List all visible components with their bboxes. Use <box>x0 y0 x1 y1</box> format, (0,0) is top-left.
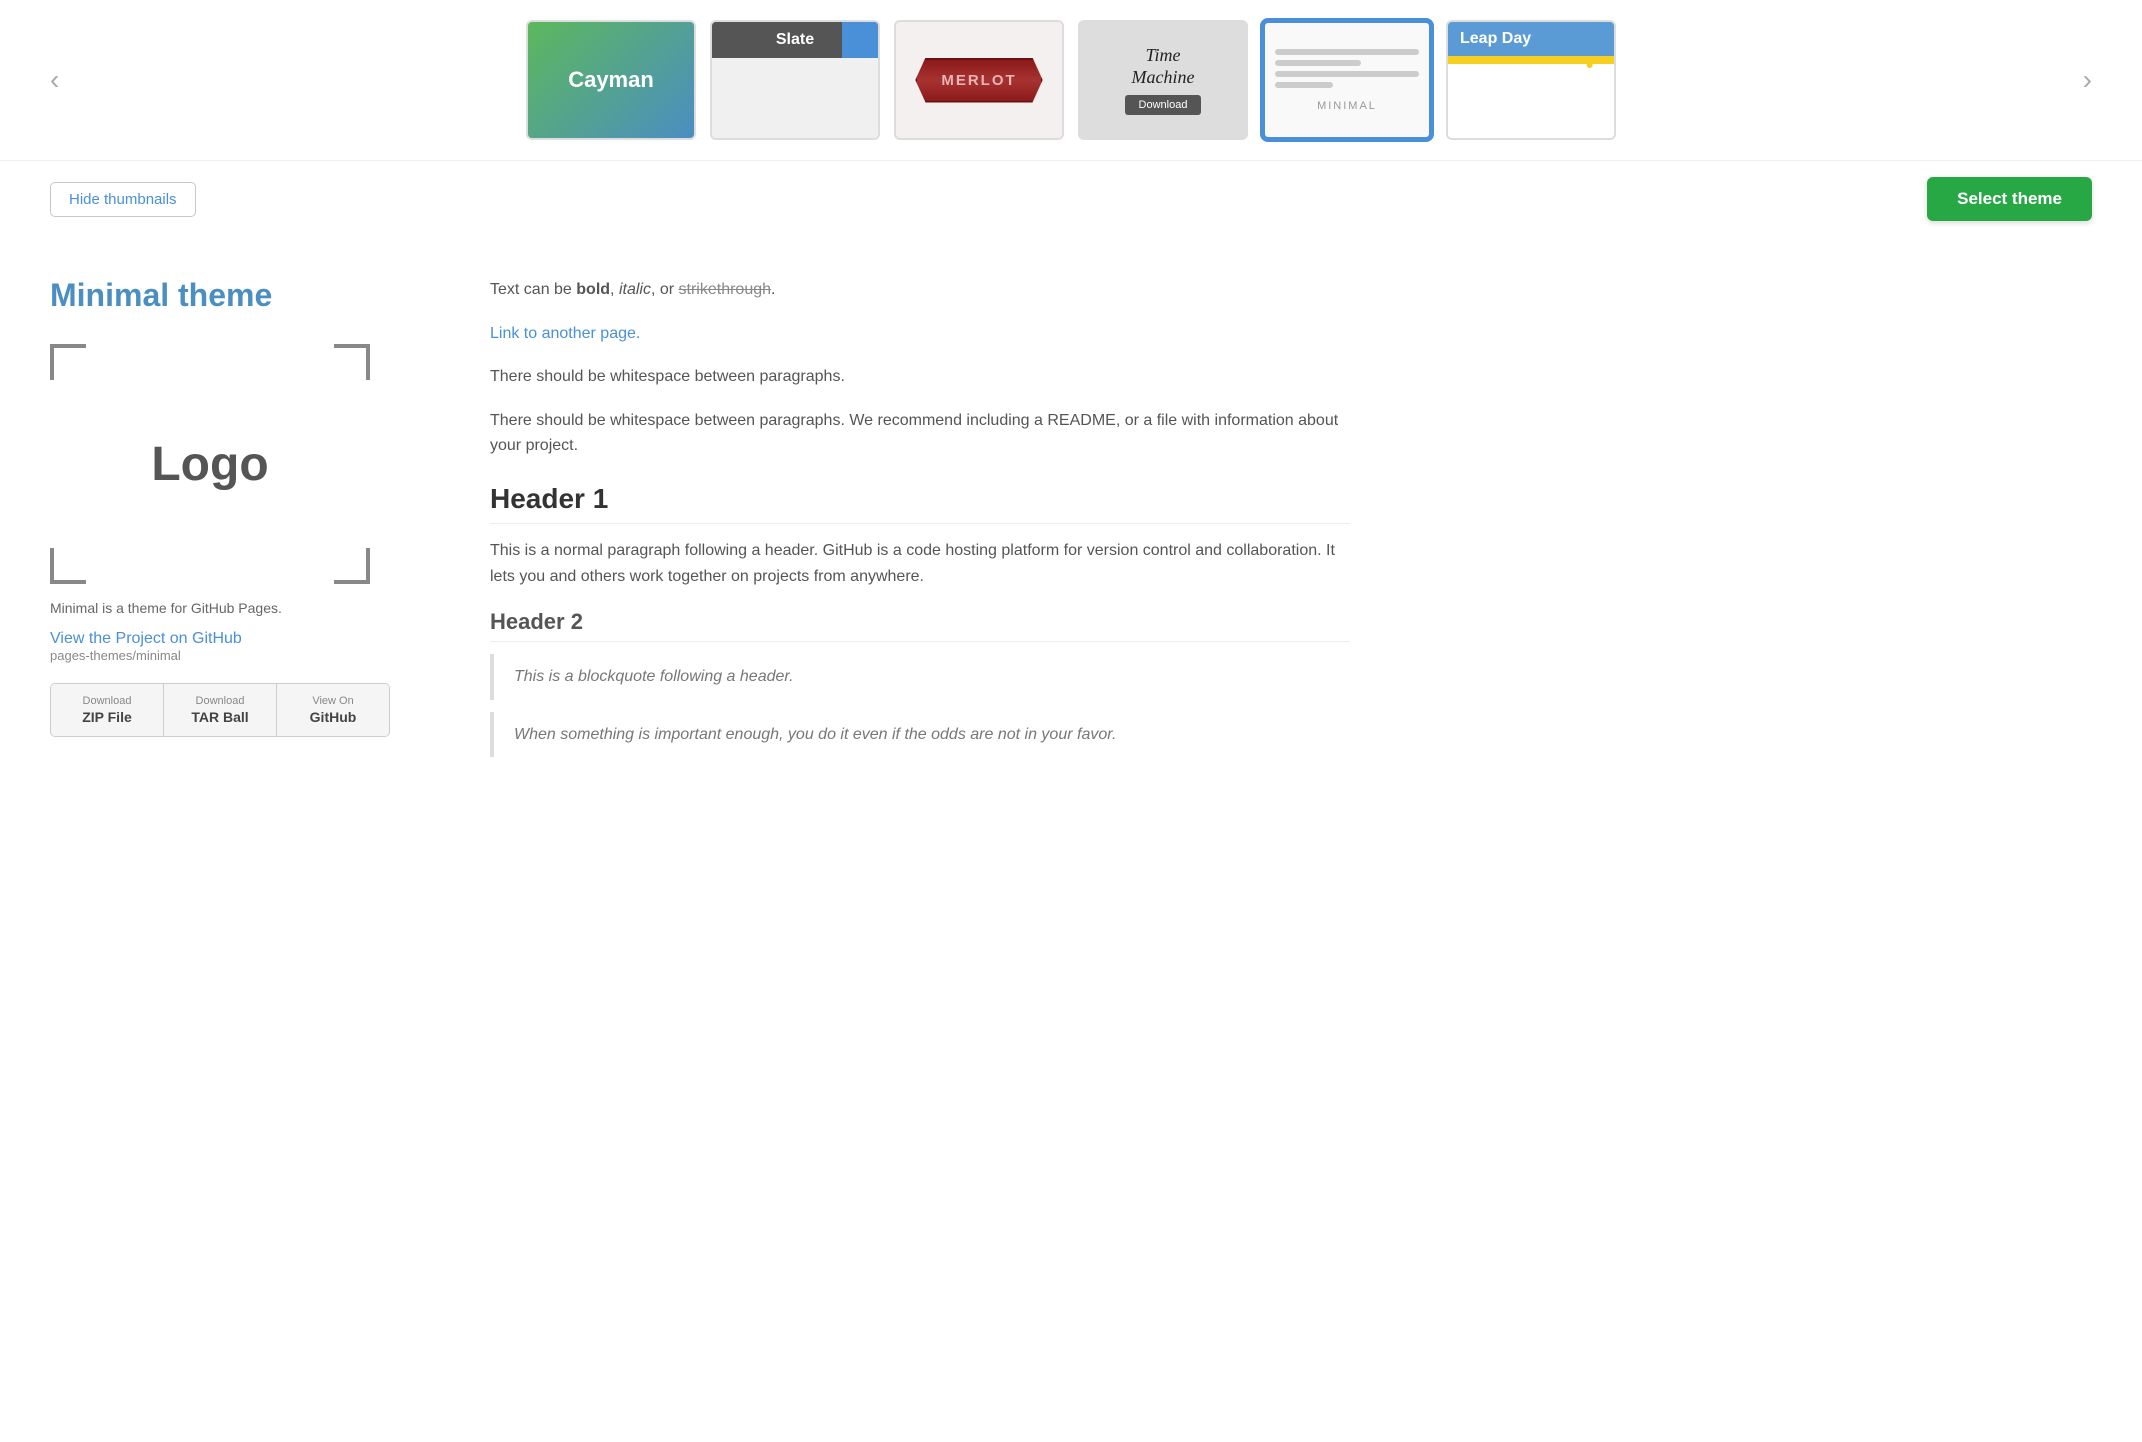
carousel-next-button[interactable]: › <box>2073 64 2102 96</box>
corner-top-left <box>50 344 86 380</box>
zip-name: ZIP File <box>59 708 155 726</box>
leapday-header: Leap Day <box>1448 22 1614 56</box>
zip-label: Download <box>59 694 155 708</box>
content-para-4: This is a normal paragraph following a h… <box>490 538 1350 589</box>
logo-corners <box>50 344 370 584</box>
slate-header: Slate <box>712 22 878 58</box>
theme-thumb-slate[interactable]: Slate <box>710 20 880 140</box>
theme-thumb-timemachine[interactable]: TimeMachine Download <box>1078 20 1248 140</box>
content-para-1: Text can be bold, italic, or strikethrou… <box>490 277 1350 303</box>
leapday-body <box>1448 64 1614 138</box>
content-area: Text can be bold, italic, or strikethrou… <box>470 277 1350 769</box>
sidebar: Minimal theme Logo Minimal is a theme fo… <box>50 277 470 769</box>
github-label: View On <box>285 694 381 708</box>
view-github-button[interactable]: View On GitHub <box>277 684 389 736</box>
theme-description: Minimal is a theme for GitHub Pages. <box>50 600 420 616</box>
corner-top-right <box>334 344 370 380</box>
corner-bottom-left <box>50 548 86 584</box>
content-para-link: Link to another page. <box>490 321 1350 347</box>
theme-thumb-merlot[interactable]: MERLOT <box>894 20 1064 140</box>
theme-carousel: ‹ Cayman Slate MERLOT TimeMachine Downlo… <box>0 0 2142 161</box>
theme-thumb-minimal[interactable]: MINIMAL <box>1262 20 1432 140</box>
theme-thumbnails-list: Cayman Slate MERLOT TimeMachine Download… <box>79 20 2062 140</box>
slate-body <box>712 58 878 138</box>
download-tar-button[interactable]: Download TAR Ball <box>164 684 277 736</box>
tar-label: Download <box>172 694 268 708</box>
minimal-line-2 <box>1275 60 1361 66</box>
italic-text: italic <box>619 281 651 298</box>
bold-text: bold <box>576 281 610 298</box>
content-para-3: There should be whitespace between parag… <box>490 408 1350 459</box>
controls-row: Hide thumbnails Select theme <box>0 161 2142 237</box>
minimal-label: MINIMAL <box>1317 100 1377 112</box>
content-para-2: There should be whitespace between parag… <box>490 364 1350 390</box>
select-theme-button[interactable]: Select theme <box>1927 177 2092 221</box>
timemachine-title: TimeMachine <box>1132 45 1195 88</box>
corner-bottom-right <box>334 548 370 584</box>
github-name: GitHub <box>285 708 381 726</box>
strikethrough-text: strikethrough <box>679 281 772 298</box>
minimal-line-3 <box>1275 71 1419 77</box>
cayman-label: Cayman <box>568 67 654 93</box>
leapday-accent <box>1448 56 1614 64</box>
logo-container: Logo <box>50 344 370 584</box>
download-buttons-group: Download ZIP File Download TAR Ball View… <box>50 683 390 737</box>
minimal-line-4 <box>1275 82 1333 88</box>
content-header-2: Header 2 <box>490 609 1350 642</box>
minimal-line-1 <box>1275 49 1419 55</box>
hide-thumbnails-button[interactable]: Hide thumbnails <box>50 182 196 217</box>
project-slug: pages-themes/minimal <box>50 648 420 663</box>
blockquote-2: When something is important enough, you … <box>490 712 1350 758</box>
theme-title: Minimal theme <box>50 277 420 314</box>
content-header-1: Header 1 <box>490 483 1350 524</box>
download-zip-button[interactable]: Download ZIP File <box>51 684 164 736</box>
content-link[interactable]: Link to another page. <box>490 325 640 342</box>
main-content: Minimal theme Logo Minimal is a theme fo… <box>0 237 1400 809</box>
theme-thumb-leapday[interactable]: Leap Day <box>1446 20 1616 140</box>
carousel-prev-button[interactable]: ‹ <box>40 64 69 96</box>
tar-name: TAR Ball <box>172 708 268 726</box>
timemachine-download-badge: Download <box>1125 95 1202 115</box>
merlot-badge: MERLOT <box>915 58 1042 103</box>
blockquote-1: This is a blockquote following a header. <box>490 654 1350 700</box>
minimal-lines <box>1275 49 1419 88</box>
theme-thumb-cayman[interactable]: Cayman <box>526 20 696 140</box>
project-github-link[interactable]: View the Project on GitHub <box>50 630 420 648</box>
